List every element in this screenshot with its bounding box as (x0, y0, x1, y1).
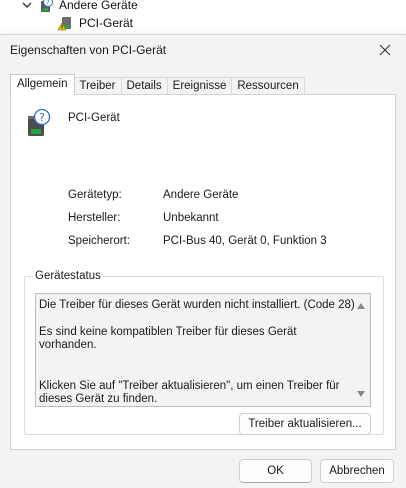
status-line-no-driver: Es sind keine kompatiblen Treiber für di… (39, 325, 297, 352)
tab-treiber[interactable]: Treiber (73, 77, 122, 95)
close-icon[interactable] (376, 41, 394, 59)
scroll-down-icon[interactable] (357, 388, 365, 400)
status-line-instruction: Klicken Sie auf "Treiber aktualisieren",… (39, 379, 340, 406)
tab-ereignisse[interactable]: Ereignisse (166, 77, 233, 95)
properties-dialog: Eigenschaften von PCI-Gerät Allgemein Tr… (0, 34, 406, 488)
value-geraetetyp: Andere Geräte (163, 189, 239, 201)
tree-item-andere-geraete[interactable]: ? Andere Geräte (20, 0, 138, 13)
device-status-textbox[interactable]: Die Treiber für dieses Gerät wurden nich… (35, 293, 371, 407)
label-hersteller: Hersteller: (68, 212, 121, 224)
status-scrollbar[interactable] (353, 294, 370, 406)
update-driver-button[interactable]: Treiber aktualisieren... (239, 413, 371, 435)
svg-text:?: ? (39, 111, 45, 124)
tab-panel-allgemein: ? PCI-Gerät Gerätetyp: Andere Geräte Her… (10, 94, 396, 450)
tab-allgemein[interactable]: Allgemein (10, 74, 75, 95)
tree-label-category: Andere Geräte (59, 0, 138, 12)
unknown-device-icon: ? (38, 0, 54, 13)
tab-ressourcen[interactable]: Ressourcen (231, 77, 305, 95)
tree-label-device: PCI-Gerät (79, 16, 134, 30)
device-status-group: Gerätestatus Die Treiber für dieses Gerä… (24, 270, 384, 435)
status-text: Die Treiber für dieses Gerät wurden nich… (39, 299, 357, 407)
svg-text:?: ? (46, 0, 50, 7)
dialog-title: Eigenschaften von PCI-Gerät (10, 43, 167, 57)
ok-button[interactable]: OK (239, 459, 312, 483)
label-speicherort: Speicherort: (68, 235, 131, 247)
device-name: PCI-Gerät (68, 112, 120, 124)
tab-details[interactable]: Details (120, 77, 168, 95)
scroll-up-icon[interactable] (357, 300, 365, 312)
device-status-title: Gerätestatus (33, 270, 103, 282)
status-line-code: Die Treiber für dieses Gerät wurden nich… (39, 299, 355, 311)
value-hersteller: Unbekannt (163, 212, 219, 224)
unknown-device-icon: ? (25, 108, 53, 138)
device-tree: ? Andere Geräte PCI-Gerät (0, 0, 406, 36)
label-geraetetyp: Gerätetyp: (68, 189, 122, 201)
tree-item-pci-geraet[interactable]: PCI-Gerät (57, 15, 134, 31)
dialog-titlebar[interactable]: Eigenschaften von PCI-Gerät (0, 35, 406, 65)
warning-device-icon (57, 15, 74, 31)
value-speicherort: PCI-Bus 40, Gerät 0, Funktion 3 (163, 235, 327, 247)
tab-bar: Allgemein Treiber Details Ereignisse Res… (10, 74, 305, 95)
chevron-down-icon[interactable] (20, 0, 34, 12)
cancel-button[interactable]: Abbrechen (320, 459, 394, 483)
